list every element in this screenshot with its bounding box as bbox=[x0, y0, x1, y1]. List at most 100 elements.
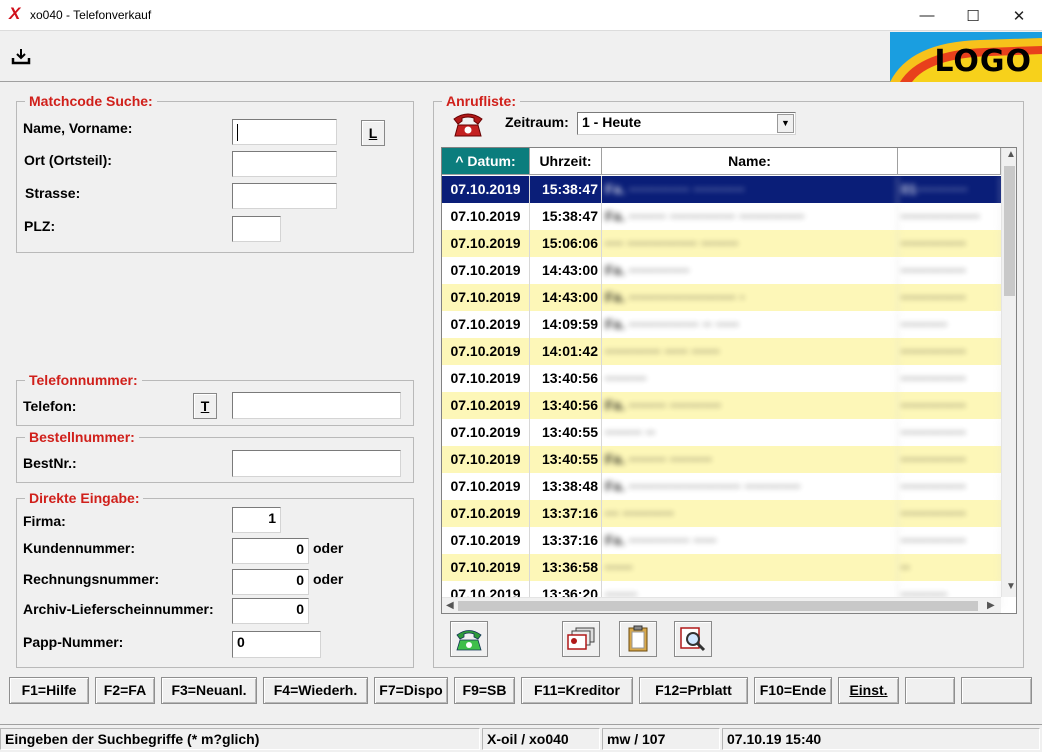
cell-nummer: ·············· bbox=[898, 230, 1001, 257]
column-header-nummer[interactable] bbox=[898, 148, 1001, 175]
minimize-button[interactable]: — bbox=[904, 0, 950, 31]
group-title-matchcode: Matchcode Suche: bbox=[25, 93, 157, 109]
cell-name: ········ ·· bbox=[602, 419, 898, 446]
contact-cards-icon bbox=[567, 627, 595, 650]
status-divider bbox=[0, 724, 1042, 725]
scroll-left-icon[interactable]: ◀ bbox=[446, 600, 454, 611]
cell-nummer: ·· bbox=[898, 554, 1001, 581]
scroll-up-icon[interactable]: ▲ bbox=[1006, 149, 1016, 160]
zeitraum-select[interactable]: 1 - Heute ▼ bbox=[577, 112, 796, 135]
cell-nummer: ·············· bbox=[898, 365, 1001, 392]
green-phone-icon bbox=[456, 630, 482, 651]
table-row[interactable]: 07.10.2019 14:01:42 ············ ····· ···… bbox=[442, 338, 1001, 365]
cell-nummer: 01··········· bbox=[898, 176, 1001, 203]
cell-uhrzeit: 14:43:00 bbox=[530, 284, 602, 311]
cell-uhrzeit: 14:09:59 bbox=[530, 311, 602, 338]
clipboard-button[interactable] bbox=[619, 621, 657, 657]
column-header-uhrzeit[interactable]: Uhrzeit: bbox=[530, 148, 602, 175]
cell-uhrzeit: 13:40:55 bbox=[530, 419, 602, 446]
f10-ende-button[interactable]: F10=Ende bbox=[754, 677, 832, 704]
table-row[interactable]: 07.10.2019 13:36:58 ······ ·· bbox=[442, 554, 1001, 581]
bestnr-input[interactable] bbox=[232, 450, 401, 477]
f1-help-button[interactable]: F1=Hilfe bbox=[9, 677, 89, 704]
cell-uhrzeit: 13:36:58 bbox=[530, 554, 602, 581]
f9-sb-button[interactable]: F9=SB bbox=[454, 677, 515, 704]
cell-nummer: ·············· bbox=[898, 527, 1001, 554]
f3-neuanlage-button[interactable]: F3=Neuanl. bbox=[161, 677, 257, 704]
rechnungsnummer-input[interactable]: 0 bbox=[232, 569, 309, 595]
column-header-name[interactable]: Name: bbox=[602, 148, 898, 175]
scroll-right-icon[interactable]: ▶ bbox=[987, 600, 995, 611]
l-button[interactable]: L bbox=[361, 120, 385, 146]
table-row[interactable]: 07.10.2019 15:06:06 ···· ··············· ·… bbox=[442, 230, 1001, 257]
table-row[interactable]: 07.10.2019 13:38:48 Fa. ··················… bbox=[442, 473, 1001, 500]
maximize-button[interactable]: ☐ bbox=[950, 0, 996, 31]
hscroll-thumb[interactable] bbox=[458, 601, 978, 611]
app-logo-icon: X bbox=[9, 4, 21, 23]
firma-input[interactable]: 1 bbox=[232, 507, 281, 533]
table-row[interactable]: 07.10.201914:43:00Fa. ··················… bbox=[442, 257, 1001, 284]
strasse-input[interactable] bbox=[232, 183, 337, 209]
table-row[interactable]: 07.10.2019 13:40:55 ········ ·· ···········… bbox=[442, 419, 1001, 446]
f2-fa-button[interactable]: F2=FA bbox=[95, 677, 155, 704]
cell-nummer: ·········· bbox=[898, 311, 1001, 338]
cell-uhrzeit: 13:37:16 bbox=[530, 500, 602, 527]
f11-kreditor-button[interactable]: F11=Kreditor bbox=[521, 677, 633, 704]
empty-function-button-1[interactable] bbox=[905, 677, 955, 704]
papp-label: Papp-Nummer: bbox=[23, 634, 124, 650]
search-document-button[interactable] bbox=[674, 621, 712, 657]
ort-label: Ort (Ortsteil): bbox=[24, 152, 112, 168]
f7-dispo-button[interactable]: F7=Dispo bbox=[374, 677, 448, 704]
cell-name: Fa. ········ ·············· ············… bbox=[602, 203, 898, 230]
f4-wiederholung-button[interactable]: F4=Wiederh. bbox=[263, 677, 368, 704]
f12-prblatt-button[interactable]: F12=Prblatt bbox=[639, 677, 748, 704]
scroll-thumb[interactable] bbox=[1004, 166, 1015, 296]
cell-datum: 07.10.2019 bbox=[442, 176, 530, 203]
table-row[interactable]: 07.10.2019 13:37:16 Fa. ············· ····… bbox=[442, 527, 1001, 554]
table-row[interactable]: 07.10.201914:43:00Fa. ··················… bbox=[442, 284, 1001, 311]
table-row[interactable]: 07.10.2019 14:09:59 Fa. ··············· ··… bbox=[442, 311, 1001, 338]
kundennummer-input[interactable]: 0 bbox=[232, 538, 309, 564]
cell-datum: 07.10.2019 bbox=[442, 392, 530, 419]
name-input[interactable] bbox=[232, 119, 337, 145]
cell-uhrzeit: 14:43:00 bbox=[530, 257, 602, 284]
cell-uhrzeit: 13:40:56 bbox=[530, 365, 602, 392]
group-title-anrufliste: Anrufliste: bbox=[442, 93, 520, 109]
window-title: xo040 - Telefonverkauf bbox=[30, 8, 152, 22]
cell-nummer: ·············· bbox=[898, 500, 1001, 527]
zeitraum-label: Zeitraum: bbox=[505, 114, 569, 130]
status-message: Eingeben der Suchbegriffe (* m?glich) bbox=[0, 728, 480, 750]
status-datetime: 07.10.19 15:40 bbox=[722, 728, 1040, 750]
table-row[interactable]: 07.10.2019 13:40:56 Fa. ········ ·········… bbox=[442, 392, 1001, 419]
cell-datum: 07.10.2019 bbox=[442, 473, 530, 500]
cell-name: Fa. ······················· · bbox=[602, 284, 898, 311]
table-row[interactable]: 07.10.2019 13:40:55 Fa. ········ ·········… bbox=[442, 446, 1001, 473]
table-row[interactable]: 07.10.2019 15:38:47 Fa. ············· ····… bbox=[442, 176, 1001, 203]
plz-label: PLZ: bbox=[24, 218, 56, 234]
status-user: mw / 107 bbox=[602, 728, 720, 750]
vertical-scrollbar[interactable]: ▲ ▼ bbox=[1001, 148, 1016, 597]
magnifier-document-icon bbox=[680, 627, 706, 652]
telefon-input[interactable] bbox=[232, 392, 401, 419]
einstellungen-button[interactable]: Einst. bbox=[838, 677, 899, 704]
chevron-down-icon[interactable]: ▼ bbox=[777, 114, 794, 133]
plz-input[interactable] bbox=[232, 216, 281, 242]
ort-input[interactable] bbox=[232, 151, 337, 177]
scroll-down-icon[interactable]: ▼ bbox=[1006, 581, 1016, 592]
tray-download-icon[interactable] bbox=[10, 46, 32, 68]
horizontal-scrollbar[interactable]: ◀ ▶ bbox=[442, 597, 1001, 613]
table-row[interactable]: 07.10.2019 13:37:16 ··· ··········· ·······… bbox=[442, 500, 1001, 527]
group-title-telefon: Telefonnummer: bbox=[25, 372, 142, 388]
empty-function-button-2[interactable] bbox=[961, 677, 1032, 704]
archiv-input[interactable]: 0 bbox=[232, 598, 309, 624]
papp-input[interactable]: 0 bbox=[232, 631, 321, 658]
t-button[interactable]: T bbox=[193, 393, 217, 419]
table-row[interactable]: 07.10.2019 15:38:47 Fa. ········ ·········… bbox=[442, 203, 1001, 230]
contact-cards-button[interactable] bbox=[562, 621, 600, 657]
call-phone-button[interactable] bbox=[450, 621, 488, 657]
close-button[interactable]: ✕ bbox=[996, 0, 1042, 31]
table-row[interactable]: 07.10.2019 13:40:56 ········· ·············… bbox=[442, 365, 1001, 392]
column-header-datum[interactable]: ^ Datum: bbox=[442, 148, 530, 175]
cell-name: Fa. ············· ··········· bbox=[602, 176, 898, 203]
text-caret bbox=[237, 124, 238, 141]
